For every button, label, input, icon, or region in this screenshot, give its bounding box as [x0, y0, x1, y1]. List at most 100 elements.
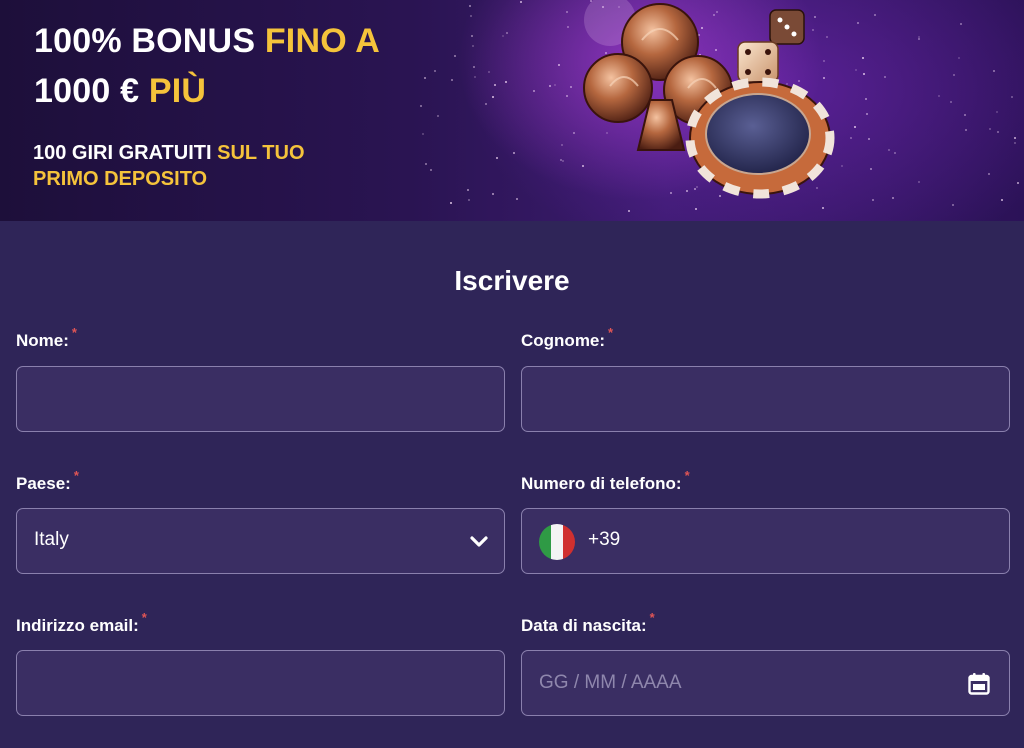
sparkle-dot — [856, 22, 859, 25]
sparkle-dot — [918, 181, 921, 184]
sparkle-dot — [437, 115, 440, 118]
sparkle-dot — [868, 137, 871, 140]
country-label: Paese: * — [16, 468, 79, 494]
phone-label: Numero di telefono: * — [521, 468, 690, 494]
sparkle-dot — [960, 22, 963, 25]
sparkle-dot — [454, 55, 457, 58]
sparkle-dot — [840, 164, 843, 167]
sparkle-dot — [567, 26, 570, 29]
sparkle-dot — [451, 79, 454, 82]
sparkle-dot — [957, 56, 960, 59]
sparkle-dot — [918, 38, 921, 41]
sparkle-dot — [559, 159, 562, 162]
italy-flag-icon[interactable] — [539, 524, 575, 560]
sparkle-dot — [573, 132, 576, 135]
sparkle-dot — [1001, 199, 1004, 202]
email-field[interactable] — [16, 650, 505, 716]
sparkle-dot — [494, 83, 497, 86]
required-mark: * — [684, 468, 690, 483]
headline-white-text-2: 1000 € — [34, 72, 149, 110]
sparkle-dot — [496, 156, 499, 159]
country-label-text: Paese: — [16, 474, 71, 493]
sparkle-dot — [424, 77, 427, 80]
sparkle-dot — [533, 90, 536, 93]
free-spins-text: 100 GIRI GRATUITI SUL TUO PRIMO DEPOSITO — [33, 140, 305, 192]
headline-gold-text-2: PIÙ — [148, 72, 207, 110]
headline-gold-text-1: FINO A — [264, 22, 380, 60]
last-name-label-text: Cognome: — [521, 331, 606, 350]
first-name-label-text: Nome: — [16, 331, 69, 350]
sparkle-dot — [854, 68, 857, 71]
sparkle-dot — [473, 75, 476, 78]
first-name-field[interactable] — [16, 366, 505, 432]
headline-white-text-1: 100% BONUS — [34, 22, 265, 60]
sub-gold-text-1: SUL TUO — [217, 142, 305, 164]
sparkle-dot — [566, 10, 569, 13]
sparkle-dot — [695, 207, 698, 210]
sparkle-dot — [850, 137, 853, 140]
sparkle-dot — [863, 72, 866, 75]
sparkle-dot — [854, 126, 857, 129]
first-name-label: Nome: * — [16, 325, 77, 351]
sparkle-dot — [1016, 182, 1019, 185]
casino-chip-icon — [685, 77, 835, 199]
phone-label-text: Numero di telefono: — [521, 474, 682, 493]
sparkle-dot — [561, 144, 564, 147]
sparkle-dot — [472, 65, 475, 68]
sparkle-dot — [471, 45, 474, 48]
chevron-down-icon[interactable] — [468, 531, 490, 553]
flag-green-stripe — [539, 524, 551, 560]
sparkle-dot — [570, 86, 573, 89]
sparkle-dot — [467, 188, 470, 191]
phone-field[interactable]: +39 — [521, 508, 1010, 574]
birth-date-field[interactable] — [521, 650, 1010, 716]
sub-gold-text-2: PRIMO DEPOSITO — [33, 168, 208, 190]
sparkle-dot — [430, 169, 433, 172]
registration-form: Iscrivere Nome: * Cognome: * Paese: * Italy… — [0, 221, 1024, 748]
sparkle-dot — [888, 149, 891, 151]
sparkle-dot — [872, 198, 875, 201]
sparkle-dot — [864, 98, 867, 101]
first-name-input[interactable] — [17, 367, 504, 431]
sub-line-1: 100 GIRI GRATUITI SUL TUO — [33, 140, 305, 166]
sub-line-2: PRIMO DEPOSITO — [33, 166, 305, 192]
sparkle-dot — [989, 128, 992, 131]
birth-date-input[interactable] — [522, 651, 1009, 715]
sparkle-dot — [894, 152, 897, 155]
email-label: Indirizzo email: * — [16, 610, 147, 636]
sparkle-dot — [964, 128, 967, 131]
sparkle-dot — [501, 35, 504, 38]
country-select[interactable]: Italy — [16, 508, 505, 574]
sparkle-dot — [628, 210, 631, 213]
required-mark: * — [71, 325, 77, 340]
last-name-input[interactable] — [522, 367, 1009, 431]
birth-date-label-text: Data di nascita: — [521, 616, 647, 635]
last-name-field[interactable] — [521, 366, 1010, 432]
sparkle-dot — [987, 172, 990, 175]
sparkle-dot — [425, 162, 428, 165]
required-mark: * — [649, 610, 655, 625]
email-input[interactable] — [17, 651, 504, 715]
sparkle-dot — [993, 69, 996, 72]
birth-date-label: Data di nascita: * — [521, 610, 655, 636]
sparkle-dot — [1011, 95, 1014, 98]
bonus-headline: 100% BONUS FINO A 1000 € PIÙ — [34, 16, 380, 116]
flag-red-stripe — [563, 524, 575, 560]
sparkle-dot — [422, 133, 425, 136]
phone-prefix: +39 — [588, 529, 621, 550]
sparkle-dot — [870, 168, 873, 171]
sparkle-dot — [874, 14, 877, 17]
sparkle-dot — [996, 130, 999, 133]
sparkle-dot — [469, 4, 472, 7]
sparkle-dot — [995, 110, 998, 113]
sparkle-dot — [485, 102, 488, 105]
sparkle-dot — [512, 152, 515, 155]
sparkle-dot — [822, 206, 825, 209]
sparkle-dot — [471, 35, 474, 38]
calendar-icon[interactable] — [967, 672, 991, 696]
sub-white-text: 100 GIRI GRATUITI — [33, 142, 218, 164]
sparkle-dot — [938, 94, 941, 97]
headline-line-1: 100% BONUS FINO A — [34, 16, 380, 66]
form-title: Iscrivere — [454, 265, 570, 296]
email-label-text: Indirizzo email: — [16, 616, 139, 635]
